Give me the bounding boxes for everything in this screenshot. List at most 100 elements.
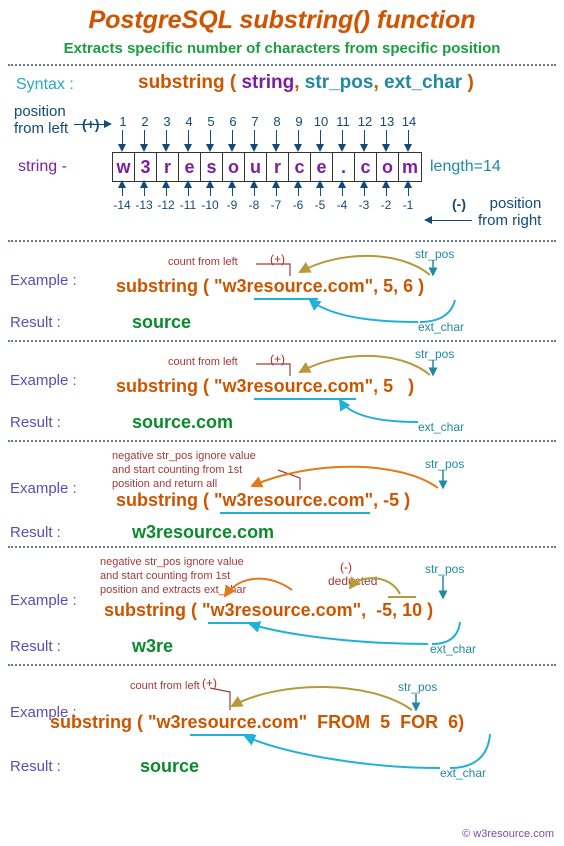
arrow-down-icon	[206, 144, 214, 152]
strpos-label: str_pos	[415, 347, 454, 361]
example-label: Example :	[10, 592, 77, 609]
strpos-label: str_pos	[398, 680, 437, 694]
diagram-canvas: PostgreSQL substring() function Extracts…	[0, 0, 564, 846]
position-number-top: 1	[112, 114, 134, 129]
position-number-top: 11	[332, 114, 354, 129]
position-number-bottom: -8	[243, 198, 265, 212]
arrow-up-icon	[272, 180, 280, 188]
arrow-right-icon	[104, 120, 112, 128]
arrow-down-line	[276, 130, 277, 144]
plus-sign-note: (+)	[270, 252, 285, 266]
arrow-down-icon	[360, 144, 368, 152]
string-boxes: w3resource.com	[112, 152, 422, 182]
arrow-down-line	[166, 130, 167, 144]
arrow-down-line	[364, 130, 365, 144]
arrow-up-icon	[184, 180, 192, 188]
example5-result: source	[140, 756, 199, 777]
note-count-left: count from left	[168, 256, 238, 270]
string-char-cell: e	[311, 153, 333, 181]
position-number-top: 5	[200, 114, 222, 129]
position-number-bottom: -5	[309, 198, 331, 212]
example4-result: w3re	[132, 636, 173, 657]
result-label: Result :	[10, 524, 61, 541]
divider	[8, 64, 556, 66]
arrow-up-icon	[162, 180, 170, 188]
divider	[8, 664, 556, 666]
strpos-label: str_pos	[425, 457, 464, 471]
string-char-cell: w	[113, 153, 135, 181]
string-label: string -	[18, 158, 67, 176]
note-negative-ext: negative str_pos ignore value and start …	[100, 556, 246, 597]
arrow-down-icon	[184, 144, 192, 152]
string-char-cell: s	[201, 153, 223, 181]
arrow-up-icon	[316, 180, 324, 188]
position-number-top: 7	[244, 114, 266, 129]
pos-from-right-label: position from right	[478, 196, 541, 229]
string-char-cell: m	[399, 153, 421, 181]
minus-sign-note: (-)	[340, 560, 352, 574]
position-number-bottom: -12	[155, 198, 177, 212]
arrow-down-line	[122, 130, 123, 144]
position-number-top: 12	[354, 114, 376, 129]
position-number-top: 4	[178, 114, 200, 129]
note-negative-all: negative str_pos ignore value and start …	[112, 450, 256, 491]
example5-code: substring ( "w3resource.com" FROM 5 FOR …	[50, 712, 464, 733]
page-title: PostgreSQL substring() function	[0, 6, 564, 35]
plus-sign-note: (+)	[202, 676, 217, 690]
syntax-close: )	[462, 72, 474, 93]
credit: © w3resource.com	[462, 828, 554, 840]
example-label: Example :	[10, 480, 77, 497]
position-number-top: 9	[288, 114, 310, 129]
arrow-down-icon	[382, 144, 390, 152]
position-number-bottom: -3	[353, 198, 375, 212]
arrow-up-icon	[118, 180, 126, 188]
syntax-sep2: ,	[373, 72, 384, 93]
arrow-right-to-left	[430, 220, 472, 221]
plus-sign-note: (+)	[270, 352, 285, 366]
arrow-down-icon	[294, 144, 302, 152]
arrow-down-icon	[316, 144, 324, 152]
arrow-down-line	[210, 130, 211, 144]
underline-w3re	[208, 622, 256, 624]
position-number-top: 8	[266, 114, 288, 129]
string-char-cell: u	[245, 153, 267, 181]
note-count-left: count from left	[168, 356, 238, 370]
arrow-down-icon	[338, 144, 346, 152]
extchar-label: ext_char	[430, 642, 476, 656]
string-char-cell: 3	[135, 153, 157, 181]
position-number-bottom: -6	[287, 198, 309, 212]
example1-code: substring ( "w3resource.com", 5, 6 )	[116, 276, 424, 297]
arrow-up-icon	[206, 180, 214, 188]
arrow-up-icon	[382, 180, 390, 188]
result-label: Result :	[10, 414, 61, 431]
minus-sign: (-)	[452, 196, 466, 212]
position-number-top: 6	[222, 114, 244, 129]
arrow-down-line	[386, 130, 387, 144]
position-number-top: 13	[376, 114, 398, 129]
position-number-bottom: -9	[221, 198, 243, 212]
deducted-label: deducted	[328, 574, 377, 588]
syntax-arg-extchar: ext_char	[384, 72, 462, 93]
underline-full	[220, 512, 370, 514]
result-label: Result :	[10, 758, 61, 775]
string-char-cell: c	[289, 153, 311, 181]
position-number-top: 14	[398, 114, 420, 129]
string-char-cell: c	[355, 153, 377, 181]
position-number-bottom: -1	[397, 198, 419, 212]
position-number-bottom: -7	[265, 198, 287, 212]
string-char-cell: .	[333, 153, 355, 181]
result-label: Result :	[10, 314, 61, 331]
arrow-down-icon	[272, 144, 280, 152]
arrow-down-icon	[228, 144, 236, 152]
position-number-bottom: -13	[133, 198, 155, 212]
divider	[8, 240, 556, 242]
extchar-label: ext_char	[418, 420, 464, 434]
string-char-cell: o	[377, 153, 399, 181]
pos-from-left-label: position from left	[14, 104, 68, 137]
arrow-down-icon	[250, 144, 258, 152]
arrow-down-line	[342, 130, 343, 144]
position-number-top: 3	[156, 114, 178, 129]
arrow-down-line	[298, 130, 299, 144]
strpos-label: str_pos	[415, 247, 454, 261]
arrow-down-icon	[404, 144, 412, 152]
